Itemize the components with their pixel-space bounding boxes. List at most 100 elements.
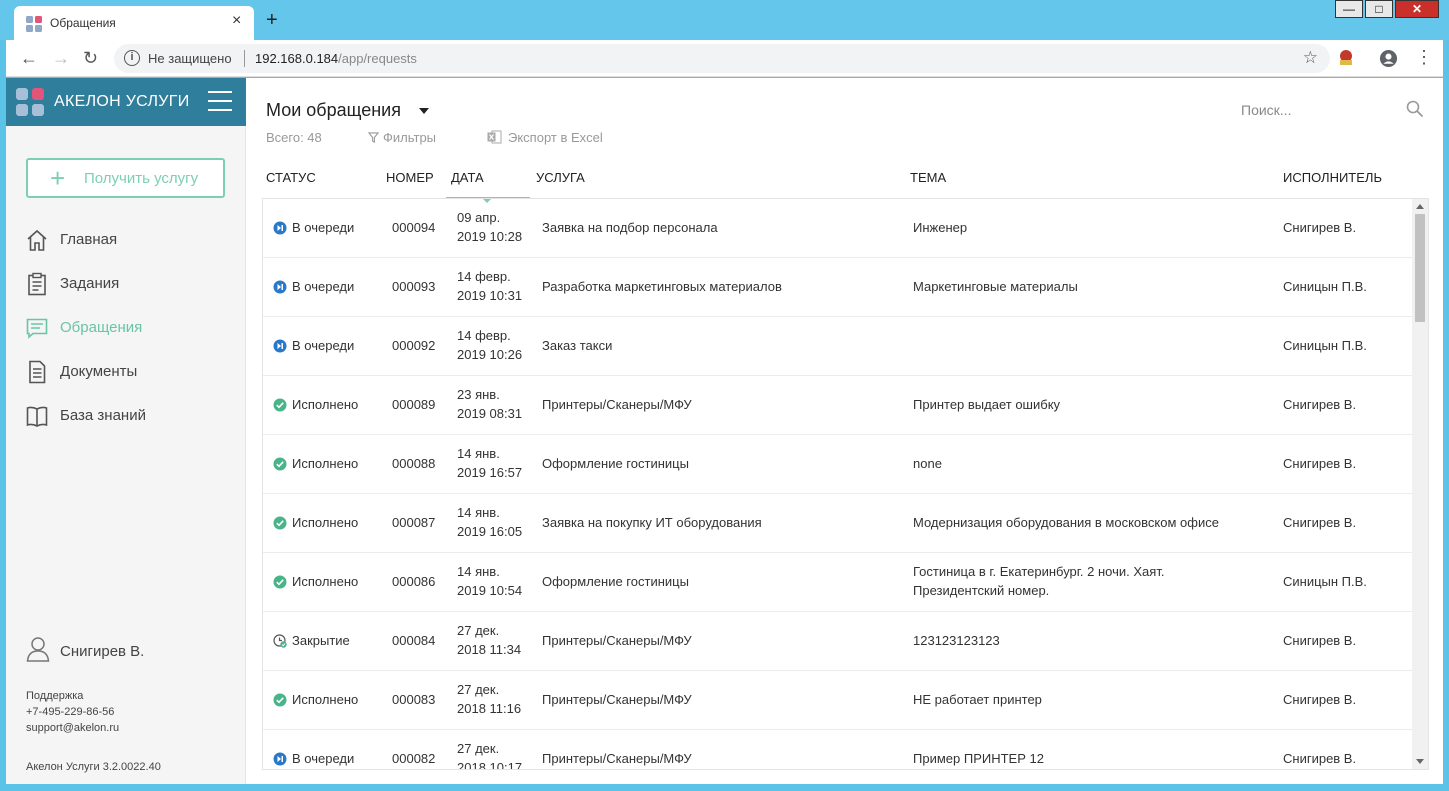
export-excel-button[interactable]: Экспорт в Excel: [487, 130, 603, 145]
sidebar-item-tasks[interactable]: Задания: [26, 270, 226, 314]
executor-name: Синицын П.В.: [1283, 574, 1367, 589]
sidebar-item-home[interactable]: Главная: [26, 226, 226, 270]
minimize-button[interactable]: —: [1335, 0, 1363, 18]
request-date-time: 2019 10:31: [457, 288, 523, 303]
request-date-time: 2018 10:17: [457, 760, 523, 770]
browser-toolbar: ← → ↻ i Не защищено 192.168.0.184/app/re…: [6, 40, 1443, 77]
user-name: Снигирев В.: [60, 643, 145, 660]
title-dropdown-icon[interactable]: [419, 108, 429, 114]
search-icon[interactable]: [1406, 100, 1424, 118]
column-number[interactable]: НОМЕР: [386, 170, 434, 185]
home-icon: [27, 229, 47, 251]
tab-title: Обращения: [50, 16, 116, 30]
request-number: 000092: [392, 338, 436, 353]
get-service-button[interactable]: + Получить услугу: [26, 158, 225, 198]
check-circle-icon: [273, 457, 287, 471]
request-date-time: 2018 11:34: [457, 642, 522, 657]
table-row[interactable]: В очереди 000094 09 апр. 2019 10:28 Заявка н…: [263, 199, 1413, 258]
sidebar-item-knowledge-base[interactable]: База знаний: [26, 402, 226, 446]
service-name: Разработка маркетинговых материалов: [542, 279, 782, 294]
url-path: /app/requests: [338, 51, 417, 66]
window-controls: — □ ✕: [1333, 0, 1439, 18]
request-date-time: 2018 11:16: [457, 701, 522, 716]
sidebar-menu: Главная Задания Обращения Документы База…: [26, 226, 226, 446]
queue-icon: [273, 221, 287, 235]
request-date-day: 14 янв.: [457, 564, 500, 579]
column-service[interactable]: УСЛУГА: [536, 170, 585, 185]
profile-icon[interactable]: [1379, 49, 1398, 68]
info-icon[interactable]: i: [124, 50, 140, 66]
service-name: Принтеры/Сканеры/МФУ: [542, 751, 692, 766]
page-title[interactable]: Мои обращения: [266, 100, 401, 121]
new-tab-button[interactable]: +: [266, 9, 278, 32]
back-arrow-icon[interactable]: ←: [20, 48, 38, 69]
request-date-time: 2019 10:26: [457, 347, 523, 362]
topic-text: НЕ работает принтер: [913, 692, 1042, 707]
forward-arrow-icon[interactable]: →: [52, 48, 70, 69]
topic-text: none: [913, 456, 942, 471]
topic-text: Инженер: [913, 220, 968, 235]
scrollbar-thumb[interactable]: [1415, 214, 1425, 322]
column-date[interactable]: ДАТА: [451, 170, 484, 185]
column-status[interactable]: СТАТУС: [266, 170, 316, 185]
topic-text: Пример ПРИНТЕР 12: [913, 751, 1044, 766]
tab-close-icon[interactable]: ×: [232, 12, 241, 30]
browser-tab[interactable]: Обращения ×: [14, 6, 254, 40]
sidebar-item-label: Главная: [60, 231, 118, 248]
table-row[interactable]: В очереди 000082 27 дек. 2018 10:17 Принтеры…: [263, 730, 1413, 770]
status-text: В очереди: [292, 751, 355, 766]
filter-icon: [367, 132, 380, 143]
request-date-time: 2019 08:31: [457, 406, 523, 421]
table-row[interactable]: Исполнено 000087 14 янв. 2019 16:05 Заявка н…: [263, 494, 1413, 553]
support-title: Поддержка: [26, 690, 84, 702]
maximize-button[interactable]: □: [1365, 0, 1393, 18]
window-close-button[interactable]: ✕: [1395, 0, 1439, 18]
requests-table: В очереди 000094 09 апр. 2019 10:28 Заявка н…: [262, 198, 1429, 770]
request-date-day: 27 дек.: [457, 623, 500, 638]
sidebar-item-documents[interactable]: Документы: [26, 358, 226, 402]
scroll-up-icon[interactable]: [1416, 204, 1424, 209]
support-email[interactable]: support@akelon.ru: [26, 720, 119, 736]
request-date-day: 23 янв.: [457, 387, 500, 402]
column-executor[interactable]: ИСПОЛНИТЕЛЬ: [1283, 170, 1382, 185]
check-circle-icon: [273, 516, 287, 530]
status-text: Исполнено: [292, 515, 359, 530]
vertical-scrollbar[interactable]: [1412, 199, 1428, 769]
address-bar[interactable]: i Не защищено 192.168.0.184/app/requests…: [114, 44, 1330, 73]
table-row[interactable]: В очереди 000093 14 февр. 2019 10:31 Разрабо…: [263, 258, 1413, 317]
bookmark-star-icon[interactable]: ☆: [1303, 48, 1318, 68]
address-separator: [244, 50, 245, 67]
filters-button[interactable]: Фильтры: [367, 130, 436, 145]
extension-icon[interactable]: [1336, 48, 1356, 68]
request-date-day: 27 дек.: [457, 741, 500, 756]
topic-text-line2: Президентский номер.: [913, 583, 1050, 598]
request-number: 000087: [392, 515, 436, 530]
url-host: 192.168.0.184: [255, 51, 339, 66]
main-content: Мои обращения Всего: 48 Фильтры Экспорт …: [247, 78, 1443, 784]
sidebar-item-requests[interactable]: Обращения: [26, 314, 226, 358]
support-phone[interactable]: +7-495-229-86-56: [26, 704, 119, 720]
table-row[interactable]: Исполнено 000089 23 янв. 2019 08:31 Принтеры…: [263, 376, 1413, 435]
akelon-logo-icon[interactable]: [16, 88, 44, 116]
url-text[interactable]: 192.168.0.184/app/requests: [255, 51, 417, 66]
request-date-day: 09 апр.: [457, 210, 501, 225]
brand-header: АКЕЛОН УСЛУГИ: [6, 78, 246, 126]
request-date-time: 2019 16:57: [457, 465, 523, 480]
table-row[interactable]: Закрытие 000084 27 дек. 2018 11:34 Принтеры/…: [263, 612, 1413, 671]
status-text: Исполнено: [292, 397, 359, 412]
hamburger-menu-icon[interactable]: [208, 91, 232, 111]
table-row[interactable]: Исполнено 000088 14 янв. 2019 16:57 Оформлен…: [263, 435, 1413, 494]
executor-name: Снигирев В.: [1283, 515, 1357, 530]
service-name: Оформление гостиницы: [542, 456, 689, 471]
table-row[interactable]: В очереди 000092 14 февр. 2019 10:26 Заказ т…: [263, 317, 1413, 376]
request-date-day: 27 дек.: [457, 682, 500, 697]
search-input[interactable]: Поиск...: [1241, 102, 1291, 118]
browser-menu-icon[interactable]: ⋮: [1415, 47, 1433, 68]
table-row[interactable]: Исполнено 000086 14 янв. 2019 10:54 Оформлен…: [263, 553, 1413, 612]
queue-icon: [273, 752, 287, 766]
reload-icon[interactable]: ↻: [83, 48, 98, 69]
table-row[interactable]: Исполнено 000083 27 дек. 2018 11:16 Принтеры…: [263, 671, 1413, 730]
column-topic[interactable]: ТЕМА: [910, 170, 946, 185]
table-header: СТАТУС НОМЕР ДАТА УСЛУГА ТЕМА ИСПОЛНИТЕЛ…: [266, 170, 1428, 203]
scroll-down-icon[interactable]: [1416, 759, 1424, 764]
